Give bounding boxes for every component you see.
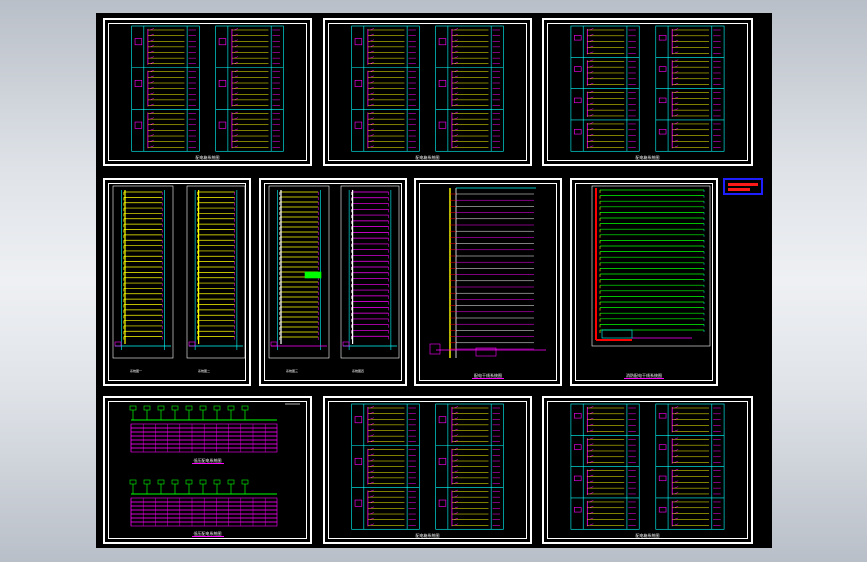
sheet-caption: 配电箱系统图 — [413, 155, 442, 161]
distribution-box-schedule-drawing — [351, 403, 504, 530]
sheet-caption: 配电干线系统图 — [472, 373, 504, 379]
drawing-sheet-row3-left[interactable]: 低压配电系统图 低压配电系统图 — [103, 396, 312, 544]
drawing-sheet-row2-a[interactable]: 系统图一 系统图二 — [103, 178, 251, 386]
drawing-sheet-row1-mid[interactable]: 配电箱系统图 — [323, 18, 532, 166]
sheet-caption-bottom: 低压配电系统图 — [191, 531, 224, 537]
riser-diagram-drawing — [268, 185, 400, 359]
cad-model-viewport[interactable]: 配电箱系统图 配电箱系统图 配电箱系统图 系统图一 系统图二 系统图三 系统图四… — [96, 13, 772, 548]
drawing-sheet-row2-c[interactable]: 配电干线系统图 — [414, 178, 562, 386]
low-voltage-switchboard-drawing — [129, 403, 300, 527]
drawing-sheet-row1-left[interactable]: 配电箱系统图 — [103, 18, 312, 166]
sheet-caption: 配电箱系统图 — [413, 533, 442, 539]
sheet-caption: 配电箱系统图 — [633, 155, 662, 161]
riser-diagram-drawing — [112, 185, 246, 359]
sheet-caption-left: 系统图三 — [286, 369, 299, 373]
distribution-box-schedule-drawing — [570, 403, 725, 530]
distribution-box-schedule-drawing — [131, 25, 284, 152]
sheet-caption: 消防配电干线系统图 — [624, 373, 664, 379]
drawing-sheet-row2-d[interactable]: 消防配电干线系统图 — [570, 178, 718, 386]
sheet-caption-left: 系统图一 — [130, 369, 143, 373]
drawing-sheet-row3-mid[interactable]: 配电箱系统图 — [323, 396, 532, 544]
distribution-box-schedule-drawing — [351, 25, 504, 152]
drawing-sheet-row1-right[interactable]: 配电箱系统图 — [542, 18, 753, 166]
sheet-caption-top: 低压配电系统图 — [191, 458, 224, 464]
sheet-caption-right: 系统图四 — [352, 369, 365, 373]
fire-feeder-riser-drawing — [591, 185, 711, 347]
drawing-sheet-row2-b[interactable]: 系统图三 系统图四 — [259, 178, 407, 386]
sheet-caption: 配电箱系统图 — [633, 533, 662, 539]
feeder-riser-drawing — [429, 187, 546, 358]
sheet-caption: 配电箱系统图 — [193, 155, 222, 161]
drawing-sheet-row3-right[interactable]: 配电箱系统图 — [542, 396, 753, 544]
title-stamp-icon[interactable] — [723, 178, 763, 195]
sheet-caption-right: 系统图二 — [198, 369, 211, 373]
distribution-box-schedule-drawing — [570, 25, 725, 152]
